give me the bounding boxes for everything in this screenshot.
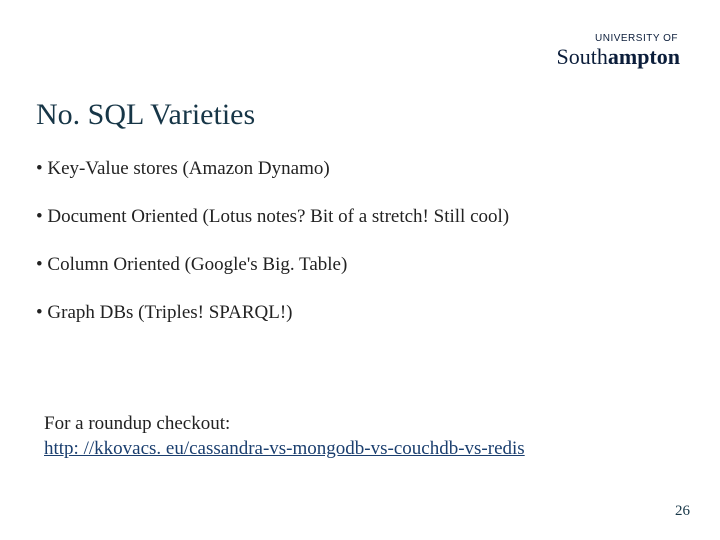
list-item: Graph DBs (Triples! SPARQL!)	[36, 302, 684, 324]
page-number: 26	[675, 503, 690, 520]
university-logo: UNIVERSITY OF Southampton	[557, 34, 680, 68]
slide-title: No. SQL Varieties	[36, 98, 255, 132]
list-item: Document Oriented (Lotus notes? Bit of a…	[36, 206, 684, 228]
bullet-list: Key-Value stores (Amazon Dynamo) Documen…	[36, 158, 684, 350]
list-item: Column Oriented (Google's Big. Table)	[36, 254, 684, 276]
logo-bold: ampton	[608, 44, 680, 69]
list-item: Key-Value stores (Amazon Dynamo)	[36, 158, 684, 180]
slide: UNIVERSITY OF Southampton No. SQL Variet…	[0, 0, 720, 540]
logo-light: South	[557, 44, 608, 69]
footer-lead: For a roundup checkout:	[44, 413, 230, 434]
roundup-link[interactable]: http: //kkovacs. eu/cassandra-vs-mongodb…	[44, 438, 525, 459]
footer-note: For a roundup checkout: http: //kkovacs.…	[44, 411, 660, 462]
logo-over-text: UNIVERSITY OF	[557, 34, 680, 44]
logo-main-text: Southampton	[557, 44, 680, 69]
